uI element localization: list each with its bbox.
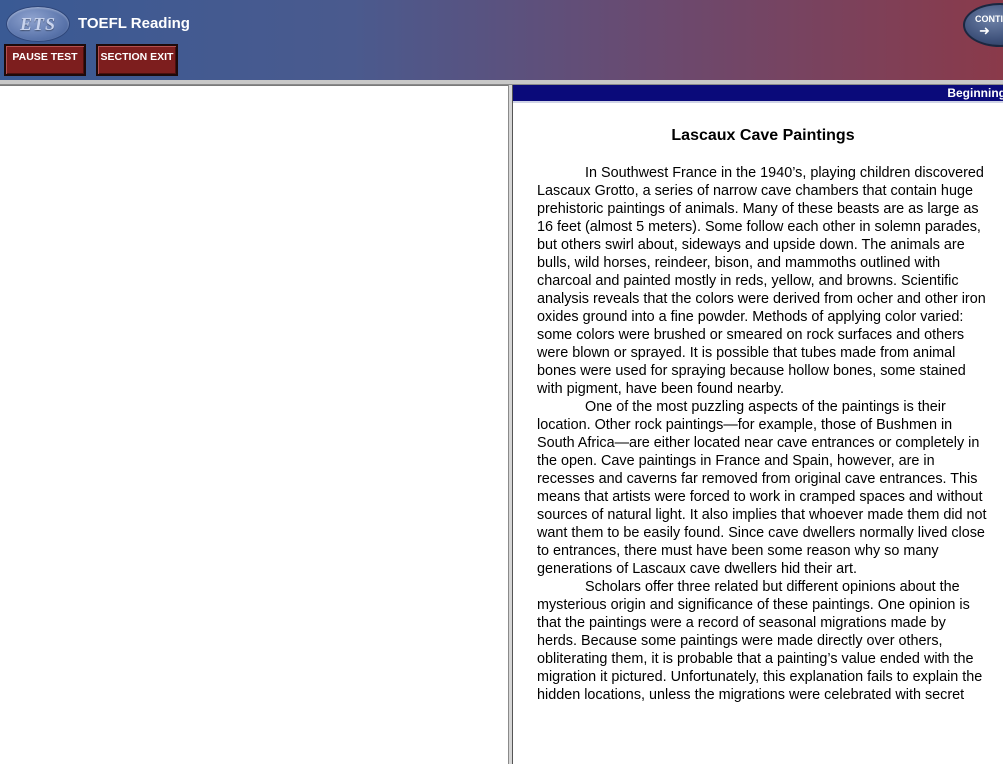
continue-button[interactable]: CONTI ➜ <box>963 3 1003 47</box>
passage-title: Lascaux Cave Paintings <box>671 127 855 144</box>
passage-text: Lascaux Cave Paintings In Southwest Fran… <box>537 127 989 704</box>
pause-test-button[interactable]: PAUSE TEST <box>4 44 86 76</box>
ets-logo: ETS <box>6 6 70 42</box>
logo-text: ETS <box>19 14 56 34</box>
question-pane <box>0 85 508 765</box>
passage-paragraph: Scholars offer three related but differe… <box>537 579 983 703</box>
header-bar: ETS TOEFL Reading PAUSE TEST SECTION EXI… <box>0 0 1003 80</box>
passage-paragraph: One of the most puzzling aspects of the … <box>537 399 987 577</box>
section-exit-button[interactable]: SECTION EXIT <box>96 44 178 76</box>
app-title: TOEFL Reading <box>78 15 190 32</box>
passage-pane[interactable]: Beginning Lascaux Cave Paintings In Sout… <box>512 85 1003 764</box>
position-indicator: Beginning <box>947 86 1003 100</box>
passage-paragraph: In Southwest France in the 1940’s, playi… <box>537 165 986 397</box>
arrow-right-icon: ➜ <box>979 23 990 38</box>
passage-position-bar: Beginning <box>513 85 1003 103</box>
